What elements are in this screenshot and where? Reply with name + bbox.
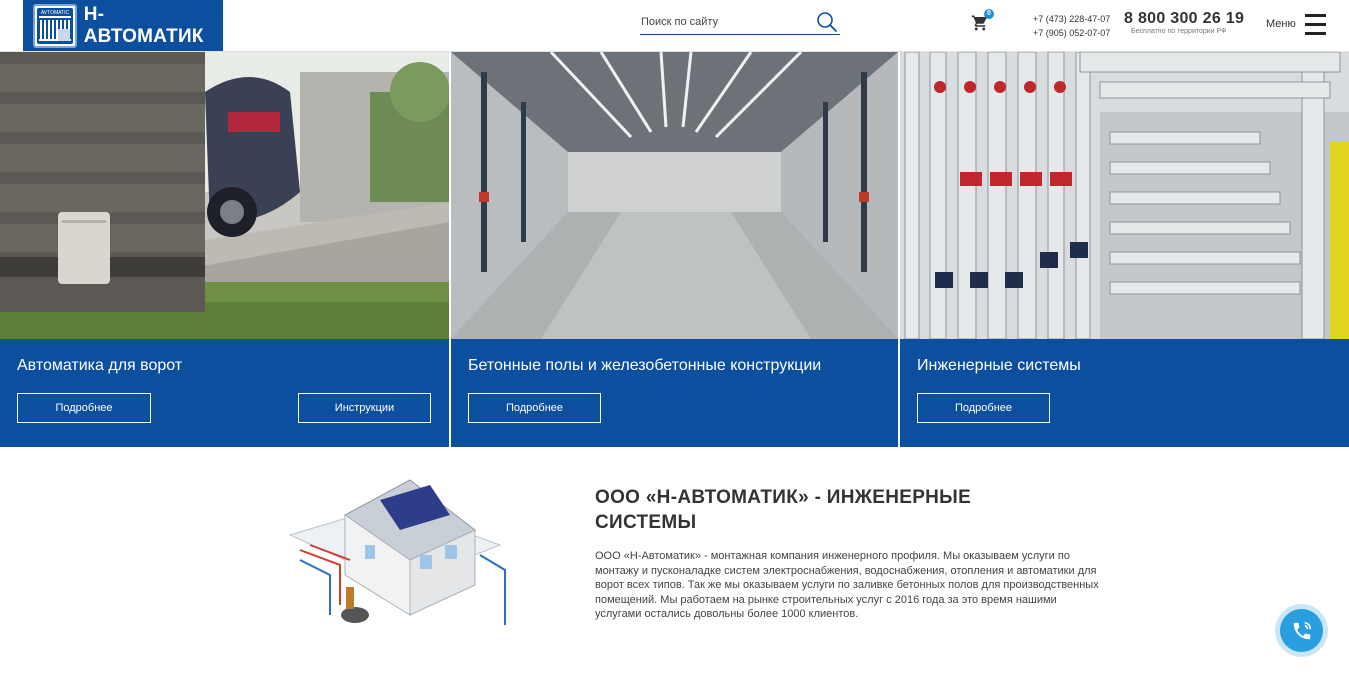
card-panel: Автоматика для ворот Подробнее Инструкци… bbox=[0, 339, 449, 447]
warehouse-floor-photo bbox=[451, 52, 898, 339]
more-button-concrete[interactable]: Подробнее bbox=[468, 393, 601, 423]
service-cards: Автоматика для ворот Подробнее Инструкци… bbox=[0, 52, 1349, 447]
phone-main-link[interactable]: 8 800 300 26 19 bbox=[1124, 10, 1244, 28]
search-icon[interactable] bbox=[816, 11, 838, 38]
service-card-engineering: Инженерные системы Подробнее bbox=[898, 52, 1349, 447]
card-title: Инженерные системы bbox=[917, 357, 1081, 374]
logo-emblem-icon: AVTOMATIC bbox=[33, 3, 77, 48]
about-title: ООО «Н-АВТОМАТИК» - ИНЖЕНЕРНЫЕ СИСТЕМЫ bbox=[595, 487, 972, 533]
site-search bbox=[640, 10, 840, 35]
svg-text:AVTOMATIC: AVTOMATIC bbox=[41, 10, 70, 16]
service-card-gates: Автоматика для ворот Подробнее Инструкци… bbox=[0, 52, 449, 447]
cart-count-badge: 0 bbox=[984, 9, 994, 19]
site-header: AVTOMATIC Н-АВТОМАТИК 0 +7 (473) 228-47-… bbox=[0, 0, 1349, 52]
card-panel: Инженерные системы Подробнее bbox=[900, 339, 1349, 447]
phone-call-icon bbox=[1293, 621, 1311, 639]
about-text: ООО «Н-Автоматик» - монтажная компания и… bbox=[595, 550, 1099, 620]
phone-link-1[interactable]: +7 (473) 228-47-07 bbox=[1033, 12, 1110, 26]
card-title: Бетонные полы и железобетонные конструкц… bbox=[468, 357, 822, 374]
hamburger-menu-icon[interactable] bbox=[1305, 14, 1327, 36]
phone-list: +7 (473) 228-47-07 +7 (905) 052-07-07 bbox=[1033, 12, 1110, 40]
instructions-button[interactable]: Инструкции bbox=[298, 393, 431, 423]
menu-label[interactable]: Меню bbox=[1266, 18, 1296, 30]
house-engineering-diagram bbox=[270, 475, 515, 640]
service-card-concrete: Бетонные полы и железобетонные конструкц… bbox=[449, 52, 898, 447]
phone-link-2[interactable]: +7 (905) 052-07-07 bbox=[1033, 26, 1110, 40]
logo-text: Н-АВТОМАТИК bbox=[83, 3, 204, 47]
card-title: Автоматика для ворот bbox=[17, 357, 183, 374]
phone-note: Бесплатно по территории РФ bbox=[1131, 28, 1227, 35]
boiler-room-pipes-photo bbox=[900, 52, 1349, 339]
cart-button[interactable]: 0 bbox=[971, 9, 995, 34]
gate-automation-photo bbox=[0, 52, 449, 339]
search-input[interactable] bbox=[640, 10, 810, 34]
card-panel: Бетонные полы и железобетонные конструкц… bbox=[451, 339, 898, 447]
callback-button[interactable] bbox=[1280, 609, 1323, 652]
more-button-engineering[interactable]: Подробнее bbox=[917, 393, 1050, 423]
site-logo[interactable]: AVTOMATIC Н-АВТОМАТИК bbox=[23, 0, 223, 51]
more-button-gates[interactable]: Подробнее bbox=[17, 393, 151, 423]
